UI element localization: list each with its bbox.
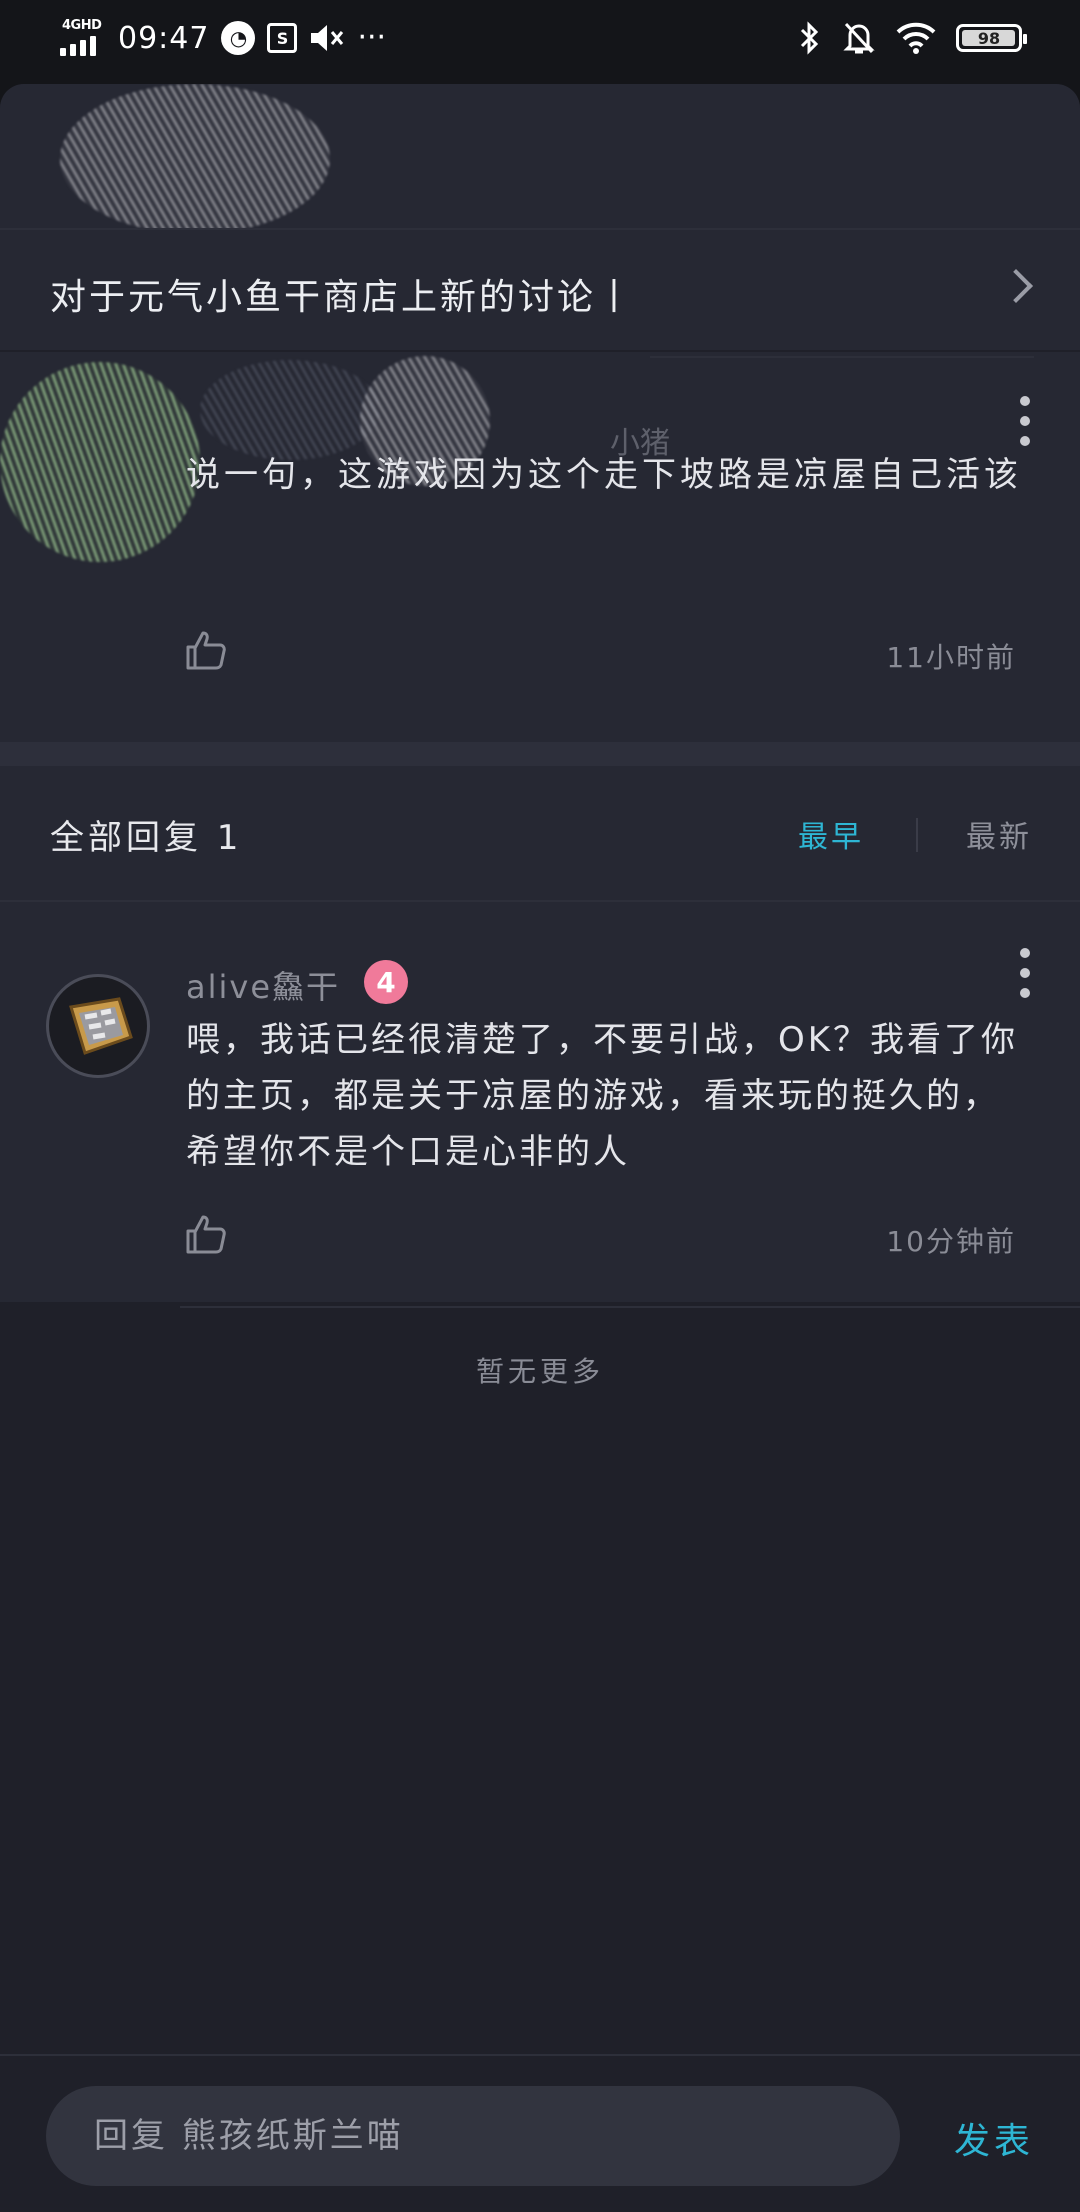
send-button[interactable]: 发表 — [954, 2112, 1034, 2164]
status-bar: 4GHD 09:47 ◔ S ··· 98 — [0, 0, 1080, 84]
game-item-avatar-icon — [69, 997, 133, 1055]
battery-level: 98 — [977, 28, 1001, 48]
chevron-right-icon — [999, 269, 1033, 303]
network-type: 4GHD — [62, 18, 102, 33]
thumbs-up-icon[interactable] — [184, 1212, 228, 1256]
sheet-header — [0, 84, 1080, 234]
app-notification-icon: S — [267, 23, 298, 53]
no-more-label: 暂无更多 — [475, 1355, 604, 1388]
reply-item: alive鱻干 4 喂，我话已经很清楚了，不要引战，OK？我看了你的主页，都是关… — [0, 902, 1080, 1302]
reply-author-name[interactable]: alive鱻干 — [186, 962, 340, 1008]
sort-earliest-tab[interactable]: 最早 — [798, 812, 864, 856]
replies-header: 全部回复 1 最早 最新 — [0, 766, 1080, 900]
topic-link[interactable]: 对于元气小鱼干商店上新的讨论丨 — [0, 230, 1080, 350]
speaker-muted-icon — [311, 25, 344, 51]
compass-icon: ◔ — [221, 21, 256, 55]
divider — [180, 1306, 1080, 1308]
reply-text: 喂，我话已经很清楚了，不要引战，OK？我看了你的主页，都是关于凉屋的游戏，看来玩… — [186, 1020, 1019, 1172]
sort-latest-tab[interactable]: 最新 — [966, 812, 1032, 856]
bell-muted-icon — [843, 22, 875, 54]
bluetooth-icon — [800, 21, 819, 55]
section-gap — [0, 742, 1080, 766]
reply-input[interactable] — [46, 2086, 900, 2186]
avatar[interactable] — [46, 974, 150, 1078]
reply-time: 10分钟前 — [886, 1225, 1016, 1258]
more-options-icon[interactable] — [1018, 396, 1032, 446]
topic-title: 对于元气小鱼干商店上新的讨论丨 — [50, 277, 636, 318]
replies-count-title: 全部回复 1 — [50, 818, 243, 858]
level-badge: 4 — [364, 960, 408, 1004]
post-time: 11小时前 — [886, 641, 1016, 674]
comment-detail-sheet: 对于元气小鱼干商店上新的讨论丨 小猪 说一句，这游戏因为这个走下坡路是凉屋自己活… — [0, 84, 1080, 2212]
more-options-icon[interactable] — [1018, 948, 1032, 998]
wifi-icon — [896, 22, 936, 54]
sort-separator — [916, 818, 918, 852]
post-text: 说一句，这游戏因为这个走下坡路是凉屋自己活该 — [186, 455, 1022, 495]
clock: 09:47 — [118, 20, 210, 56]
cellular-signal-icon: 4GHD — [58, 18, 106, 58]
battery-icon: 98 — [956, 24, 1027, 52]
reply-composer: 发表 — [0, 2054, 1080, 2212]
more-status-icons: ··· — [357, 20, 387, 55]
redacted-avatar — [0, 362, 200, 562]
divider — [650, 356, 1034, 358]
original-post: 小猪 说一句，这游戏因为这个走下坡路是凉屋自己活该 11小时前 — [0, 352, 1080, 742]
thumbs-up-icon[interactable] — [184, 628, 228, 672]
redacted-content — [60, 84, 330, 234]
